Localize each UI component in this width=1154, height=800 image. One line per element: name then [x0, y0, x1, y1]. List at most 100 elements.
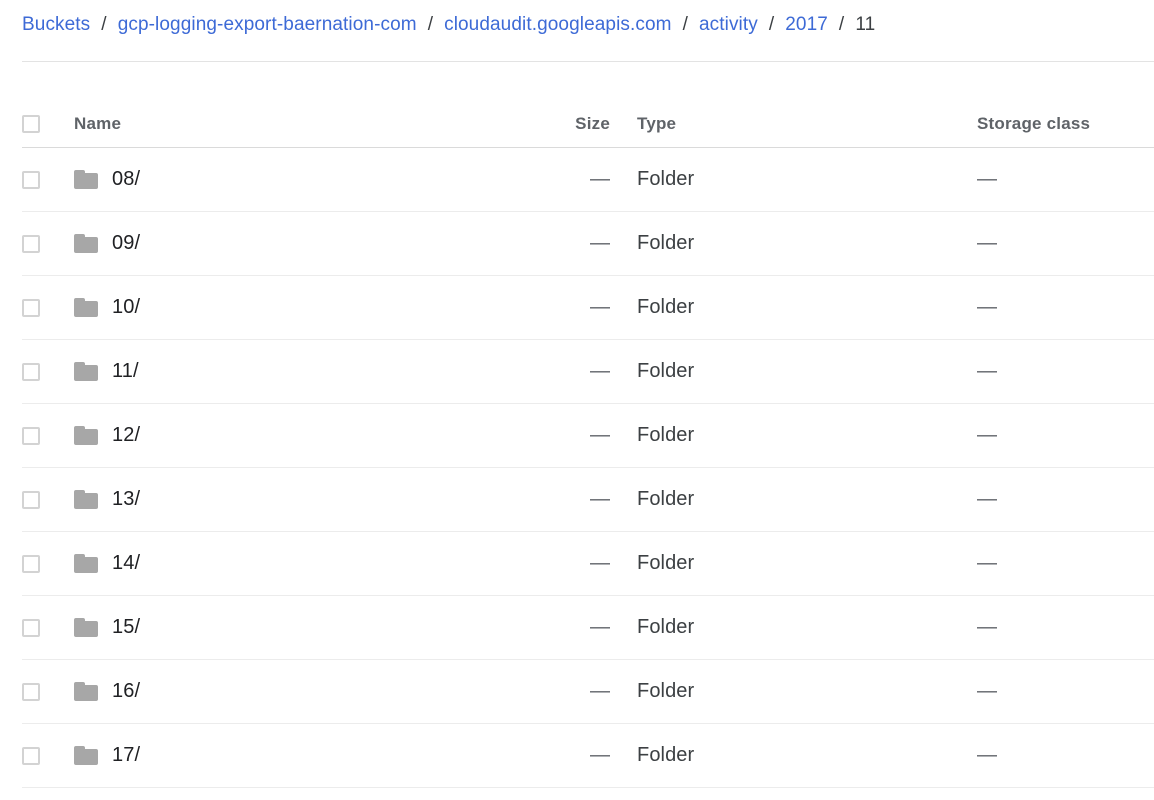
row-checkbox-cell — [22, 404, 66, 467]
cell-name[interactable]: 12/ — [74, 404, 140, 467]
row-checkbox-cell — [22, 532, 66, 595]
size-value: — — [590, 680, 610, 702]
table-row[interactable]: 08/ — Folder — — [22, 148, 1154, 212]
row-checkbox[interactable] — [22, 746, 40, 765]
cell-size: — — [352, 340, 610, 403]
folder-icon — [74, 234, 98, 253]
row-checkbox-cell — [22, 340, 66, 403]
row-checkbox[interactable] — [22, 170, 40, 189]
table-row[interactable]: 14/ — Folder — — [22, 532, 1154, 596]
row-checkbox[interactable] — [22, 682, 40, 701]
row-checkbox-cell — [22, 148, 66, 211]
breadcrumb-link-2017[interactable]: 2017 — [785, 14, 828, 36]
type-value: Folder — [637, 296, 695, 318]
cell-size: — — [352, 724, 610, 787]
cell-storage-class: — — [977, 404, 997, 467]
folder-name-link[interactable]: 14/ — [112, 552, 140, 575]
table-row[interactable]: 12/ — Folder — — [22, 404, 1154, 468]
cell-storage-class: — — [977, 340, 997, 403]
folder-name-link[interactable]: 17/ — [112, 744, 140, 767]
type-value: Folder — [637, 680, 695, 702]
row-checkbox[interactable] — [22, 490, 40, 509]
row-checkbox[interactable] — [22, 298, 40, 317]
column-header-name[interactable]: Name — [74, 100, 121, 147]
type-value: Folder — [637, 360, 695, 382]
size-value: — — [590, 360, 610, 382]
storage-class-value: — — [977, 488, 997, 510]
storage-class-value: — — [977, 744, 997, 766]
type-value: Folder — [637, 168, 695, 190]
breadcrumb-divider — [22, 61, 1154, 62]
breadcrumb-link-cloudaudit-googleapis-com[interactable]: cloudaudit.googleapis.com — [444, 14, 672, 36]
folder-name-link[interactable]: 13/ — [112, 488, 140, 511]
table-row[interactable]: 10/ — Folder — — [22, 276, 1154, 340]
cell-type: Folder — [637, 532, 694, 595]
cell-storage-class: — — [977, 660, 997, 723]
breadcrumb-link-gcp-logging-export-baernation-com[interactable]: gcp-logging-export-baernation-com — [118, 14, 417, 36]
row-checkbox[interactable] — [22, 426, 40, 445]
row-checkbox-cell — [22, 724, 66, 787]
select-all-checkbox[interactable] — [22, 114, 40, 133]
breadcrumb: Buckets / gcp-logging-export-baernation-co… — [22, 5, 875, 45]
folder-icon — [74, 170, 98, 189]
row-checkbox[interactable] — [22, 554, 40, 573]
size-value: — — [590, 552, 610, 574]
folder-icon — [74, 362, 98, 381]
cell-name[interactable]: 13/ — [74, 468, 140, 531]
cell-storage-class: — — [977, 148, 997, 211]
cell-name[interactable]: 17/ — [74, 724, 140, 787]
breadcrumb-separator: / — [682, 14, 688, 35]
folder-name-link[interactable]: 09/ — [112, 232, 140, 255]
cell-name[interactable]: 16/ — [74, 660, 140, 723]
folder-icon — [74, 746, 98, 765]
column-header-type[interactable]: Type — [637, 100, 676, 147]
type-value: Folder — [637, 744, 695, 766]
storage-class-value: — — [977, 424, 997, 446]
folder-name-link[interactable]: 11/ — [112, 360, 139, 383]
row-checkbox-cell — [22, 660, 66, 723]
table-row[interactable]: 13/ — Folder — — [22, 468, 1154, 532]
cell-type: Folder — [637, 468, 694, 531]
cell-name[interactable]: 10/ — [74, 276, 140, 339]
breadcrumb-link-activity[interactable]: activity — [699, 14, 758, 36]
cell-type: Folder — [637, 212, 694, 275]
row-checkbox[interactable] — [22, 234, 40, 253]
size-value: — — [590, 488, 610, 510]
cell-size: — — [352, 596, 610, 659]
breadcrumb-link-buckets[interactable]: Buckets — [22, 14, 90, 36]
folder-name-link[interactable]: 12/ — [112, 424, 140, 447]
row-checkbox[interactable] — [22, 362, 40, 381]
table-row[interactable]: 16/ — Folder — — [22, 660, 1154, 724]
size-value: — — [590, 232, 610, 254]
storage-class-value: — — [977, 680, 997, 702]
column-header-label: Storage class — [977, 113, 1091, 133]
storage-class-value: — — [977, 168, 997, 190]
storage-class-value: — — [977, 552, 997, 574]
row-checkbox-cell — [22, 212, 66, 275]
cell-size: — — [352, 276, 610, 339]
folder-name-link[interactable]: 10/ — [112, 296, 140, 319]
size-value: — — [590, 744, 610, 766]
cell-name[interactable]: 08/ — [74, 148, 140, 211]
column-header-label: Size — [575, 113, 610, 133]
table-row[interactable]: 09/ — Folder — — [22, 212, 1154, 276]
folder-name-link[interactable]: 15/ — [112, 616, 140, 639]
column-header-storage_class[interactable]: Storage class — [977, 100, 1090, 147]
row-checkbox[interactable] — [22, 618, 40, 637]
cell-name[interactable]: 14/ — [74, 532, 140, 595]
cell-type: Folder — [637, 724, 694, 787]
row-checkbox-cell — [22, 468, 66, 531]
cell-name[interactable]: 15/ — [74, 596, 140, 659]
folder-name-link[interactable]: 08/ — [112, 168, 140, 191]
cell-name[interactable]: 11/ — [74, 340, 139, 403]
table-row[interactable]: 15/ — Folder — — [22, 596, 1154, 660]
row-checkbox-cell — [22, 276, 66, 339]
table-row[interactable]: 17/ — Folder — — [22, 724, 1154, 788]
cell-name[interactable]: 09/ — [74, 212, 140, 275]
table-row[interactable]: 11/ — Folder — — [22, 340, 1154, 404]
size-value: — — [590, 296, 610, 318]
size-value: — — [590, 168, 610, 190]
folder-name-link[interactable]: 16/ — [112, 680, 140, 703]
type-value: Folder — [637, 488, 695, 510]
column-header-size[interactable]: Size — [352, 100, 610, 147]
